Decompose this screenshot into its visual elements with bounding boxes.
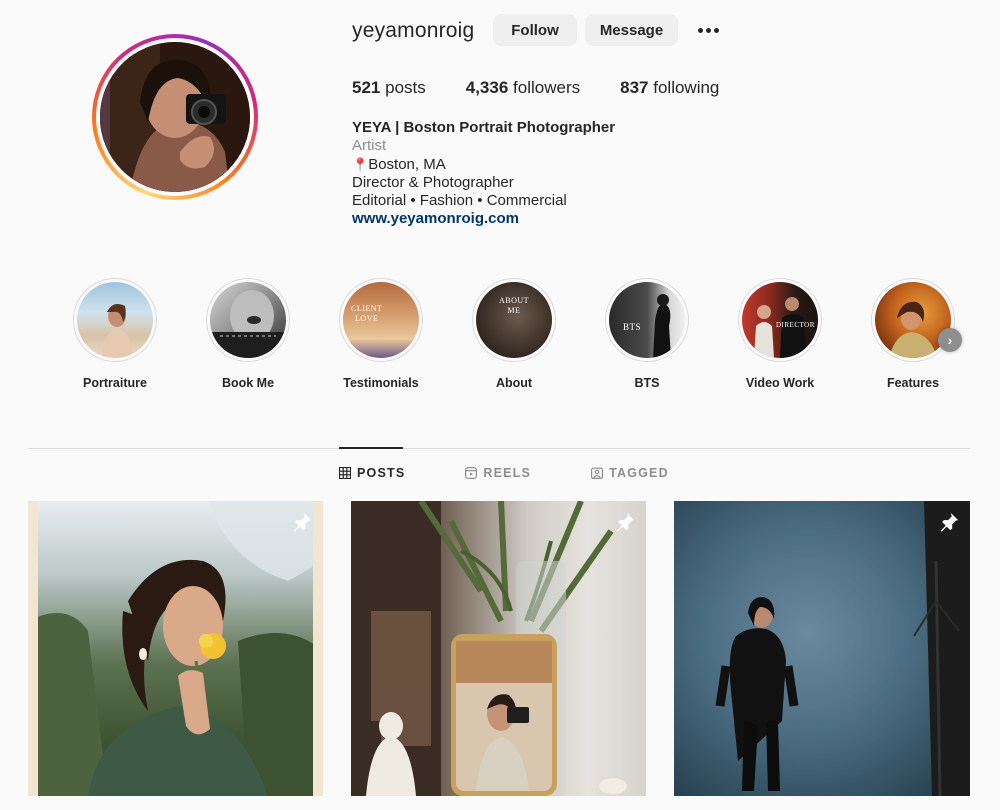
bio-line-2: Editorial • Fashion • Commercial (352, 192, 567, 210)
avatar-portrait-image (100, 42, 250, 192)
tabs-divider (28, 448, 970, 449)
tagged-icon (591, 467, 604, 479)
post-image (351, 501, 627, 796)
highlight-book-me[interactable]: Book Me (205, 278, 291, 390)
highlight-cover-image (77, 282, 153, 358)
pin-icon (940, 512, 959, 532)
highlight-portraiture[interactable]: Portraiture (72, 278, 158, 390)
highlight-overlay-text: CLIENT LOVE (351, 304, 383, 323)
location-text: Boston, MA (368, 155, 446, 173)
username: yeyamonroig (352, 19, 475, 42)
highlight-overlay-text: DIRECTOR (776, 321, 815, 329)
message-button[interactable]: Message (585, 14, 678, 46)
highlight-label: About (495, 376, 533, 390)
highlight-label: Features (886, 376, 940, 390)
posts-label: posts (385, 78, 426, 97)
category-label: Artist (352, 137, 387, 155)
post-thumbnail[interactable] (28, 501, 323, 796)
pin-icon (293, 512, 312, 532)
highlight-label: Video Work (745, 376, 815, 390)
tab-tagged[interactable]: TAGGED (591, 466, 669, 480)
highlight-cover-image: ABOUT ME (476, 282, 552, 358)
tab-label: REELS (483, 466, 532, 480)
following-label: following (653, 78, 720, 97)
highlight-cover-image: BTS (609, 282, 685, 358)
posts-stat: 521 posts (352, 78, 426, 98)
highlight-label: Portraiture (83, 376, 147, 390)
more-horizontal-icon[interactable] (694, 18, 722, 42)
profile-avatar[interactable] (100, 42, 250, 192)
website-link[interactable]: www.yeyamonroig.com (352, 210, 615, 228)
follow-button[interactable]: Follow (493, 14, 577, 46)
story-ring[interactable] (92, 34, 258, 200)
location-pin-icon: 📍 (352, 156, 369, 172)
highlight-overlay-text: ABOUT ME (498, 296, 530, 315)
post-image (28, 501, 323, 796)
highlight-overlay-text: BTS (623, 322, 642, 332)
posts-count: 521 (352, 78, 381, 97)
profile-stats: 521 posts 4,336 followers 837 following (352, 78, 759, 98)
following-stat[interactable]: 837 following (620, 78, 719, 98)
followers-stat[interactable]: 4,336 followers (466, 78, 580, 98)
reels-icon (465, 467, 478, 479)
bio-line-1: Director & Photographer (352, 173, 514, 191)
highlight-label: Book Me (221, 376, 275, 390)
post-image (715, 501, 970, 796)
tab-label: POSTS (357, 466, 406, 480)
followers-label: followers (513, 78, 581, 97)
tab-label: TAGGED (609, 466, 669, 480)
tab-posts[interactable]: POSTS (339, 466, 405, 480)
profile-page: yeyamonroig Follow Message 521 posts 4,3… (0, 0, 1000, 810)
highlight-label: BTS (634, 376, 660, 390)
location-line: 📍Boston, MA (352, 156, 615, 174)
story-highlights: Portraiture Book Me CLIENT LOVE Testimoni… (72, 278, 972, 398)
chevron-right-icon[interactable]: › (938, 328, 962, 352)
following-count: 837 (620, 78, 649, 97)
highlight-bts[interactable]: BTS BTS (604, 278, 690, 390)
highlight-cover-image: CLIENT LOVE (343, 282, 419, 358)
highlight-cover-image: DIRECTOR (742, 282, 818, 358)
profile-tabs: POSTS REELS TAGGED (339, 466, 669, 480)
display-name: YEYA | Boston Portrait Photographer (352, 119, 616, 136)
highlight-about[interactable]: ABOUT ME About (471, 278, 557, 390)
post-thumbnail[interactable] (351, 501, 646, 796)
profile-bio: YEYA | Boston Portrait Photographer Arti… (352, 119, 615, 229)
active-tab-indicator (339, 447, 403, 449)
tab-reels[interactable]: REELS (465, 466, 531, 480)
followers-count: 4,336 (465, 78, 509, 97)
highlight-label: Testimonials (343, 376, 419, 390)
highlight-video-work[interactable]: DIRECTOR Video Work (737, 278, 823, 390)
highlight-cover-image (210, 282, 286, 358)
grid-icon (339, 467, 351, 479)
pin-icon (616, 512, 635, 532)
highlight-testimonials[interactable]: CLIENT LOVE Testimonials (338, 278, 424, 390)
post-thumbnail[interactable] (674, 501, 970, 796)
